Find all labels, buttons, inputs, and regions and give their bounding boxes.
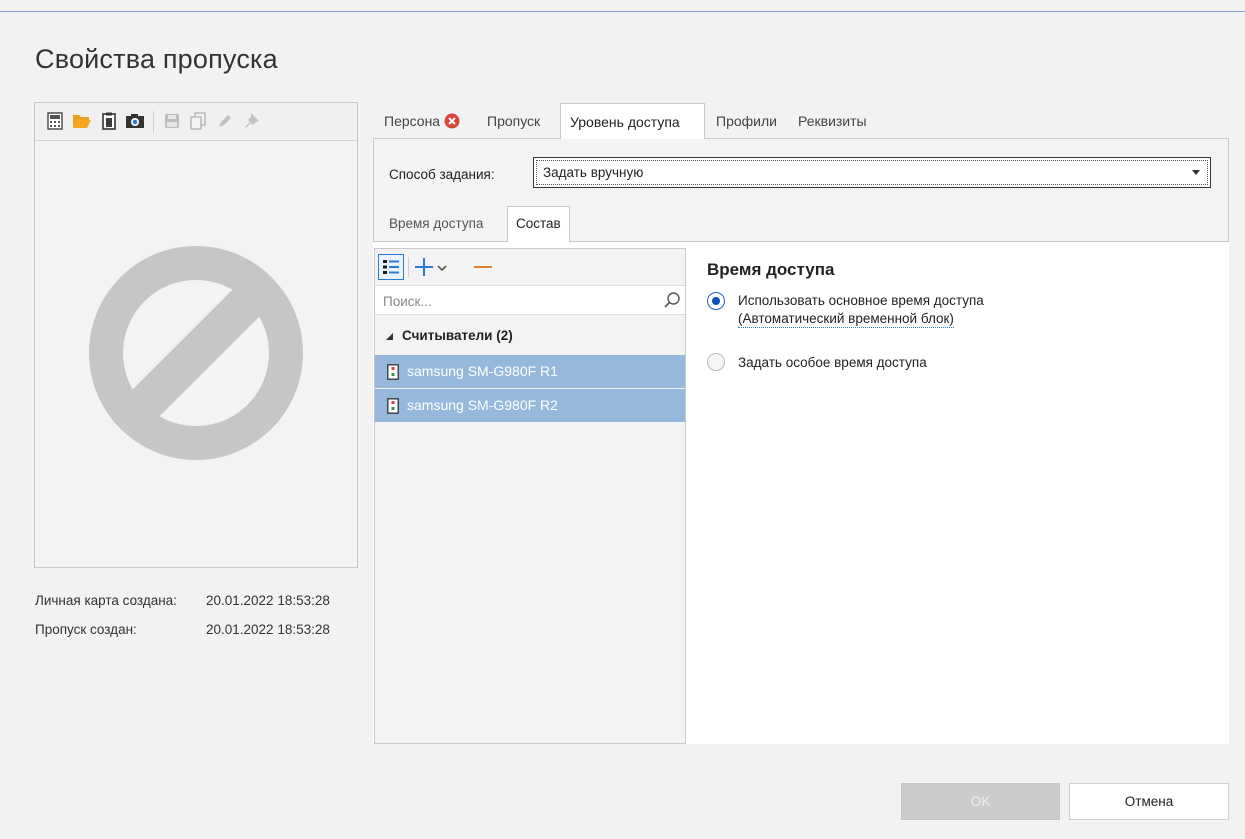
ok-button[interactable]: OK bbox=[901, 783, 1060, 820]
pencil-icon[interactable] bbox=[215, 111, 235, 131]
pin-icon[interactable] bbox=[241, 111, 261, 131]
chevron-down-icon bbox=[1192, 170, 1200, 175]
save-icon[interactable] bbox=[162, 111, 182, 131]
pass-created-label: Пропуск создан: bbox=[35, 622, 137, 637]
dialog-title: Свойства пропуска bbox=[35, 44, 278, 74]
tab-persona[interactable]: Персона bbox=[375, 104, 469, 138]
method-label: Способ задания: bbox=[389, 167, 495, 182]
list-toolbar bbox=[375, 249, 685, 285]
remove-button[interactable] bbox=[473, 255, 495, 279]
section-title: Время доступа bbox=[707, 260, 835, 279]
toolbar-separator bbox=[408, 257, 409, 277]
add-button[interactable] bbox=[415, 255, 451, 279]
radio-default-time[interactable] bbox=[707, 292, 725, 310]
reader-device-icon bbox=[387, 398, 399, 414]
minus-icon bbox=[474, 266, 492, 268]
list-item-reader-1[interactable]: samsung SM-G980F R1 bbox=[375, 355, 685, 388]
photo-toolbar bbox=[35, 103, 357, 141]
folder-open-icon[interactable] bbox=[72, 111, 92, 131]
readers-list-panel: Считыватели (2) samsung SM-G980F R1 sams… bbox=[374, 248, 686, 744]
subtab-access-time[interactable]: Время доступа bbox=[381, 207, 491, 240]
search-box bbox=[375, 285, 685, 315]
readers-group[interactable]: Считыватели (2) bbox=[375, 325, 685, 349]
reader-label: samsung SM-G980F R2 bbox=[407, 397, 558, 413]
photo-panel bbox=[34, 102, 358, 568]
pass-created-value: 20.01.2022 18:53:28 bbox=[206, 622, 330, 637]
readers-group-label: Считыватели (2) bbox=[402, 328, 513, 343]
camera-icon[interactable] bbox=[125, 111, 145, 131]
radio-custom-time-label: Задать особое время доступа bbox=[738, 355, 927, 370]
add-icon bbox=[415, 258, 447, 276]
calculator-icon[interactable] bbox=[45, 111, 65, 131]
tab-requisites[interactable]: Реквизиты bbox=[789, 104, 876, 138]
collapse-triangle-icon bbox=[386, 333, 393, 340]
list-item-reader-2[interactable]: samsung SM-G980F R2 bbox=[375, 389, 685, 422]
no-photo-icon bbox=[89, 246, 303, 460]
reader-label: samsung SM-G980F R1 bbox=[407, 363, 558, 379]
tab-persona-label: Персона bbox=[384, 113, 441, 129]
toolbar-separator bbox=[153, 111, 154, 133]
copy-icon[interactable] bbox=[188, 111, 208, 131]
tab-pass[interactable]: Пропуск bbox=[478, 104, 549, 138]
list-view-button[interactable] bbox=[378, 254, 404, 280]
photo-placeholder[interactable] bbox=[35, 141, 357, 567]
subtab-composition[interactable]: Состав bbox=[507, 206, 570, 242]
default-time-block-link[interactable]: (Автоматический временной блок) bbox=[738, 311, 954, 328]
card-created-value: 20.01.2022 18:53:28 bbox=[206, 593, 330, 608]
cancel-button[interactable]: Отмена bbox=[1069, 783, 1229, 820]
method-select[interactable]: Задать вручную bbox=[533, 157, 1211, 188]
card-created-label: Личная карта создана: bbox=[35, 593, 177, 608]
search-input[interactable] bbox=[381, 290, 645, 312]
clipboard-icon[interactable] bbox=[99, 111, 119, 131]
list-view-icon bbox=[383, 260, 399, 274]
tab-profiles[interactable]: Профили bbox=[707, 104, 786, 138]
radio-custom-time[interactable] bbox=[707, 353, 725, 371]
window-top-border bbox=[0, 11, 1245, 12]
radio-default-time-label: Использовать основное время доступа bbox=[738, 293, 984, 308]
tab-access-level[interactable]: Уровень доступа bbox=[560, 103, 705, 139]
error-icon bbox=[444, 113, 460, 129]
reader-device-icon bbox=[387, 364, 399, 380]
search-icon[interactable] bbox=[663, 291, 681, 309]
method-select-value: Задать вручную bbox=[543, 165, 644, 180]
